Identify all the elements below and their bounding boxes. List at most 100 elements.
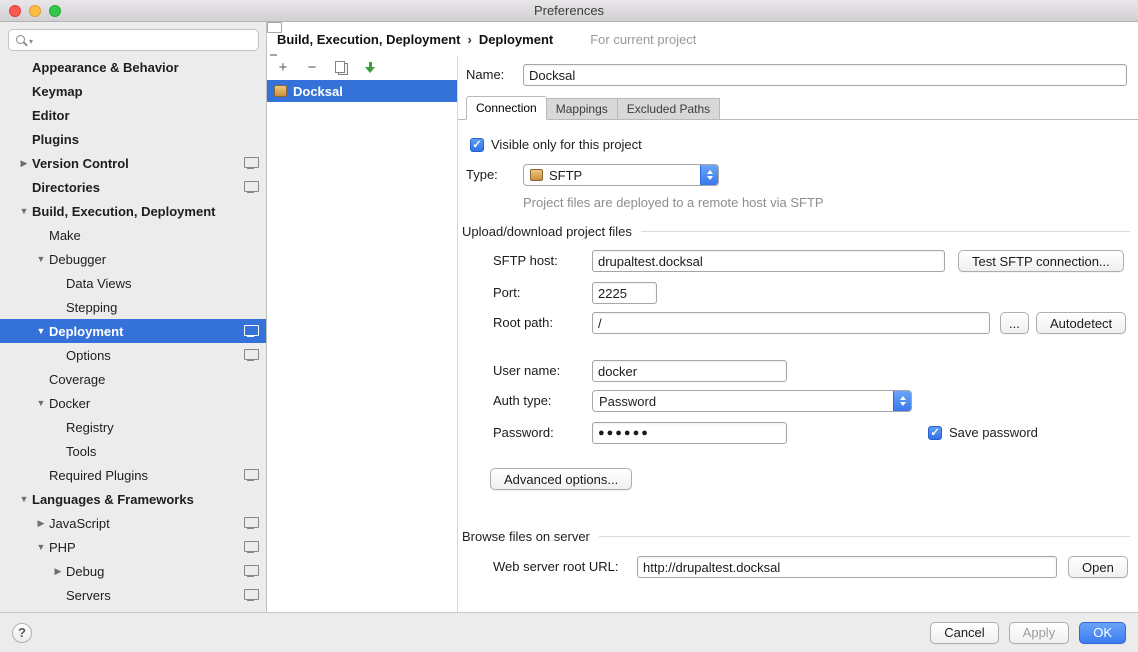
current-project-label: For current project: [590, 32, 696, 47]
search-caret-icon: ▾: [29, 37, 33, 46]
sidebar-item-label: Data Views: [66, 276, 132, 291]
sidebar-item-debug[interactable]: ▶Debug: [0, 559, 266, 583]
sidebar-item-options[interactable]: Options: [0, 343, 266, 367]
minus-icon: −: [308, 61, 317, 75]
password-input[interactable]: [592, 422, 787, 444]
close-window-button[interactable]: [9, 5, 21, 17]
server-name: Docksal: [293, 84, 343, 99]
settings-sidebar: ▾ Appearance & Behavior Keymap Editor Pl…: [0, 22, 267, 612]
sidebar-item-appearance-behavior[interactable]: Appearance & Behavior: [0, 55, 266, 79]
sidebar-item-label: Make: [49, 228, 81, 243]
sidebar-item-debugger[interactable]: ▼Debugger: [0, 247, 266, 271]
collapse-arrow-icon[interactable]: ▼: [33, 254, 49, 264]
current-project-icon: [571, 33, 584, 45]
add-server-button[interactable]: +: [275, 60, 291, 76]
remove-server-button[interactable]: −: [304, 60, 320, 76]
sidebar-item-label: JavaScript: [49, 516, 110, 531]
visible-only-label: Visible only for this project: [491, 137, 642, 152]
settings-search[interactable]: ▾: [8, 29, 259, 51]
sidebar-item-tools[interactable]: Tools: [0, 439, 266, 463]
user-name-input[interactable]: [592, 360, 787, 382]
expand-arrow-icon[interactable]: ▶: [50, 566, 66, 577]
dropdown-stepper-icon: [700, 165, 718, 185]
sidebar-item-label: Docker: [49, 396, 90, 411]
browse-root-path-button[interactable]: ...: [1000, 312, 1029, 334]
sidebar-item-servers[interactable]: Servers: [0, 583, 266, 607]
open-button[interactable]: Open: [1068, 556, 1128, 578]
collapse-arrow-icon[interactable]: ▼: [33, 542, 49, 552]
type-label: Type:: [466, 164, 498, 186]
tab-connection[interactable]: Connection: [466, 96, 547, 120]
checkbox-checked-icon[interactable]: ✓: [928, 426, 942, 440]
server-list-toolbar: + −: [267, 56, 457, 80]
tab-mappings[interactable]: Mappings: [546, 98, 618, 119]
save-password-checkbox-row[interactable]: ✓ Save password: [928, 425, 1038, 440]
sidebar-item-docker[interactable]: ▼Docker: [0, 391, 266, 415]
web-root-input[interactable]: [637, 556, 1057, 578]
expand-arrow-icon[interactable]: ▶: [16, 158, 32, 169]
breadcrumb-section[interactable]: Build, Execution, Deployment: [277, 32, 460, 47]
sidebar-item-make[interactable]: Make: [0, 223, 266, 247]
sidebar-item-label: Languages & Frameworks: [32, 492, 194, 507]
sidebar-item-languages-frameworks[interactable]: ▼Languages & Frameworks: [0, 487, 266, 511]
sidebar-item-stepping[interactable]: Stepping: [0, 295, 266, 319]
name-input[interactable]: [523, 64, 1127, 86]
upload-section-header: Upload/download project files: [462, 223, 1130, 239]
title-bar: Preferences: [0, 0, 1138, 22]
name-label: Name:: [466, 64, 504, 86]
port-input[interactable]: [592, 282, 657, 304]
sidebar-item-directories[interactable]: Directories: [0, 175, 266, 199]
sidebar-item-coverage[interactable]: Coverage: [0, 367, 266, 391]
type-select[interactable]: SFTP: [523, 164, 719, 186]
section-title: Browse files on server: [462, 529, 590, 544]
sidebar-item-php[interactable]: ▼PHP: [0, 535, 266, 559]
zoom-window-button[interactable]: [49, 5, 61, 17]
root-path-input[interactable]: [592, 312, 990, 334]
server-list-item[interactable]: Docksal: [267, 80, 457, 102]
sidebar-item-keymap[interactable]: Keymap: [0, 79, 266, 103]
collapse-arrow-icon[interactable]: ▼: [33, 398, 49, 408]
sftp-host-label: SFTP host:: [493, 250, 558, 272]
advanced-options-button[interactable]: Advanced options...: [490, 468, 632, 490]
apply-button[interactable]: Apply: [1009, 622, 1070, 644]
auth-type-select[interactable]: Password: [592, 390, 912, 412]
ok-button[interactable]: OK: [1079, 622, 1126, 644]
test-sftp-connection-button[interactable]: Test SFTP connection...: [958, 250, 1124, 272]
config-tabs: Connection Mappings Excluded Paths: [458, 95, 1138, 120]
root-path-label: Root path:: [493, 312, 553, 334]
sidebar-item-label: Tools: [66, 444, 96, 459]
current-project-icon: [244, 589, 257, 601]
checkbox-checked-icon[interactable]: ✓: [470, 138, 484, 152]
sidebar-item-label: Plugins: [32, 132, 79, 147]
sidebar-item-build-execution-deployment[interactable]: ▼Build, Execution, Deployment: [0, 199, 266, 223]
sidebar-item-registry[interactable]: Registry: [0, 415, 266, 439]
sidebar-item-version-control[interactable]: ▶Version Control: [0, 151, 266, 175]
sidebar-item-label: Debugger: [49, 252, 106, 267]
sidebar-item-label: Keymap: [32, 84, 83, 99]
sidebar-item-javascript[interactable]: ▶JavaScript: [0, 511, 266, 535]
plus-icon: +: [279, 61, 288, 75]
sidebar-item-label: Registry: [66, 420, 114, 435]
sidebar-item-required-plugins[interactable]: Required Plugins: [0, 463, 266, 487]
sidebar-item-label: Editor: [32, 108, 70, 123]
collapse-arrow-icon[interactable]: ▼: [33, 326, 49, 336]
import-server-button[interactable]: [362, 60, 378, 76]
settings-search-input[interactable]: [36, 31, 254, 49]
sidebar-item-editor[interactable]: Editor: [0, 103, 266, 127]
copy-server-button[interactable]: [333, 60, 349, 76]
sftp-icon: [530, 169, 543, 181]
collapse-arrow-icon[interactable]: ▼: [16, 206, 32, 216]
visible-only-checkbox-row[interactable]: ✓ Visible only for this project: [470, 137, 642, 152]
minimize-window-button[interactable]: [29, 5, 41, 17]
sidebar-item-plugins[interactable]: Plugins: [0, 127, 266, 151]
autodetect-button[interactable]: Autodetect: [1036, 312, 1126, 334]
sftp-host-input[interactable]: [592, 250, 945, 272]
sftp-server-icon: [274, 85, 287, 97]
sidebar-item-data-views[interactable]: Data Views: [0, 271, 266, 295]
expand-arrow-icon[interactable]: ▶: [33, 518, 49, 529]
cancel-button[interactable]: Cancel: [930, 622, 998, 644]
help-button[interactable]: ?: [12, 623, 32, 643]
sidebar-item-deployment[interactable]: ▼Deployment: [0, 319, 266, 343]
tab-excluded-paths[interactable]: Excluded Paths: [617, 98, 720, 119]
collapse-arrow-icon[interactable]: ▼: [16, 494, 32, 504]
